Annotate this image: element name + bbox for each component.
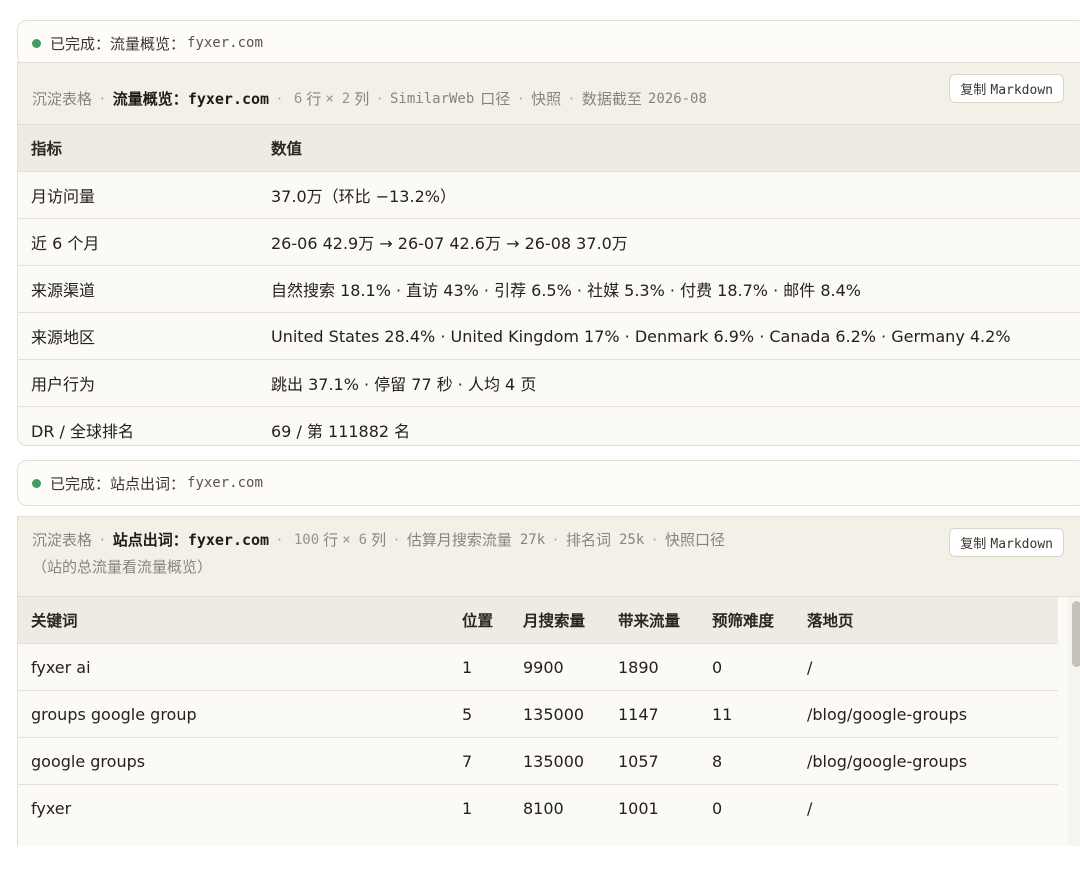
card-title: 站点出词：fyxer.com <box>112 531 270 549</box>
table-scrollbar[interactable] <box>1068 597 1080 846</box>
card-header: 沉淀表格 · 流量概览：fyxer.com · 6行 × 2列 · Simila… <box>18 63 1080 125</box>
traffic-overview-card: 沉淀表格 · 流量概览：fyxer.com · 6行 × 2列 · Simila… <box>17 62 1080 446</box>
snapshot-label: 快照 <box>531 90 562 108</box>
table-row: fyxer 1 8100 1001 0/ <box>31 798 813 818</box>
column-header: 位置 <box>449 597 510 644</box>
table-row: 月访问量 37.0万（环比 −13.2%） <box>18 171 1080 219</box>
table-row: 来源渠道 自然搜索 18.1% · 直访 43% · 引荐 6.5% · 社媒 5… <box>18 265 1080 313</box>
traffic-table: 指标 数值 月访问量 37.0万（环比 −13.2%） 近 6 个月 26-06 4… <box>18 125 1080 445</box>
card-kind: 沉淀表格 <box>32 90 93 108</box>
card-kind: 沉淀表格 <box>32 531 93 549</box>
card-title: 流量概览：fyxer.com <box>112 90 270 108</box>
column-header: 月搜索量 <box>510 597 605 644</box>
card-note: （站的总流量看流量概览） <box>32 558 213 576</box>
table-row: google groups 7 135000 1057 8/blog/google-gr… <box>18 737 1058 785</box>
status-completed-keywords: 已完成：站点出词： fyxer.com <box>17 460 1080 506</box>
table-row: groups google group 5 135000 1147 11/blog/go… <box>18 690 1058 738</box>
copy-markdown-button[interactable]: 复制 Markdown <box>949 74 1064 103</box>
cutoff-label: 数据截至 <box>581 90 642 108</box>
table-row: 近 6 个月 26-06 42.9万 → 26-07 42.6万 → 26-08 … <box>18 218 1080 266</box>
card-header: 沉淀表格 · 站点出词：fyxer.com · 100 行 × 6列 · 估算月搜… <box>18 517 1080 597</box>
snapshot-label: 快照口径 <box>665 531 726 549</box>
keywords-table: 关键词 位置 月搜索量 带来流量 预筛难度 落地页 fyxer ai 1 9900 1… <box>18 597 1058 831</box>
status-label: 已完成：流量概览： <box>50 34 186 53</box>
table-row: fyxer ai 1 9900 1890 0/ <box>18 643 1058 691</box>
status-dot-icon <box>32 38 41 48</box>
ranked-label: 排名词 <box>565 531 611 549</box>
traffic-value: 27k <box>519 531 546 548</box>
column-header: 带来流量 <box>605 597 699 644</box>
column-header: 数值 <box>258 125 1080 172</box>
cutoff-value: 2026-08 <box>647 90 707 107</box>
column-header: 指标 <box>18 125 258 172</box>
scrollbar-thumb[interactable] <box>1072 601 1080 667</box>
column-header: 关键词 <box>18 597 449 644</box>
table-header-row: 指标 数值 <box>18 125 1080 172</box>
traffic-label: 估算月搜索流量 <box>406 531 512 549</box>
copy-markdown-button[interactable]: 复制 Markdown <box>949 528 1064 557</box>
status-domain: fyxer.com <box>187 475 263 491</box>
ranked-value: 25k <box>618 531 645 548</box>
table-row: DR / 全球排名 69 / 第 111882 名 <box>31 422 411 441</box>
status-dot-icon <box>32 478 41 488</box>
table-row: 来源地区 United States 28.4% · United Kingdom… <box>18 312 1080 360</box>
site-keywords-card: 沉淀表格 · 站点出词：fyxer.com · 100 行 × 6列 · 估算月搜… <box>17 516 1080 846</box>
column-header: 落地页 <box>794 597 1058 644</box>
status-label: 已完成：站点出词： <box>50 474 186 493</box>
status-completed-traffic: 已完成：流量概览： fyxer.com <box>17 20 1080 66</box>
table-row: 用户行为 跳出 37.1% · 停留 77 秒 · 人均 4 页 <box>18 359 1080 407</box>
column-header: 预筛难度 <box>699 597 794 644</box>
status-domain: fyxer.com <box>187 35 263 51</box>
table-header-row: 关键词 位置 月搜索量 带来流量 预筛难度 落地页 <box>18 597 1058 644</box>
data-source: SimilarWeb <box>390 90 475 107</box>
